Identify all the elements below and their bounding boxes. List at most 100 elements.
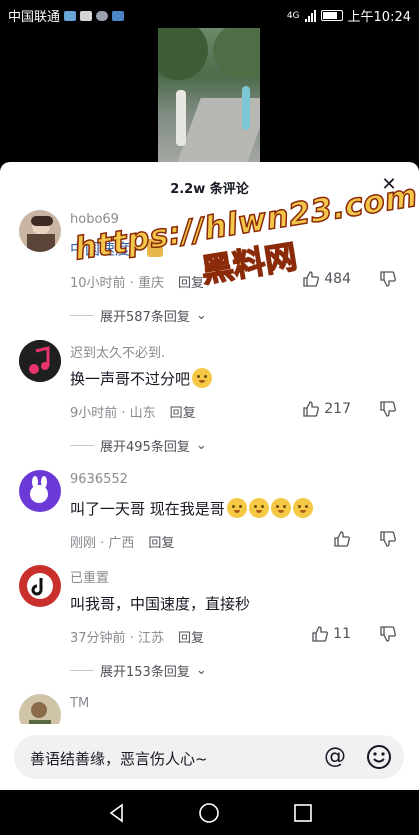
comment-text: 中国速度⚲: [70, 238, 163, 259]
back-triangle-icon: [109, 803, 123, 823]
status-bar: 中国联通 4G 上午10:24: [0, 0, 419, 28]
comment-meta: 10小时前 · 重庆 回复: [70, 272, 204, 291]
comment-text: 换一声哥不过分吧: [70, 368, 213, 389]
thumbs-down-icon: [380, 531, 396, 547]
video-area[interactable]: [0, 28, 419, 168]
app-notification-icon: [112, 10, 125, 21]
reply-button[interactable]: 回复: [178, 276, 204, 291]
dislike-button[interactable]: [379, 400, 397, 422]
avatar-image: [19, 210, 61, 252]
system-nav-bar: [0, 790, 419, 835]
thumbs-up-icon: [303, 401, 320, 417]
expand-replies[interactable]: 展开587条回复 ⌄: [70, 306, 207, 325]
reply-button[interactable]: 回复: [178, 631, 204, 646]
divider-line: [70, 670, 94, 671]
dislike-button[interactable]: [379, 625, 397, 647]
emoji-icon: [270, 498, 291, 518]
person-figure: [176, 90, 186, 146]
emoji-icon: [192, 368, 213, 388]
smiley-icon: [367, 745, 391, 769]
comment-time-location: 刚刚 · 广西: [70, 536, 135, 551]
home-button[interactable]: [198, 802, 220, 824]
divider-line: [70, 445, 94, 446]
like-count: 11: [333, 626, 351, 642]
emoji-icon: [292, 498, 313, 518]
video-thumbnail[interactable]: [158, 28, 260, 168]
comment-meta: 刚刚 · 广西 回复: [70, 532, 174, 551]
expand-replies[interactable]: 展开495条回复 ⌄: [70, 436, 207, 455]
comment-username[interactable]: 迟到太久不必到.: [70, 342, 165, 361]
search-icon[interactable]: ⚲: [130, 244, 138, 257]
thumbs-down-icon: [380, 626, 396, 642]
network-type: 4G: [286, 10, 300, 21]
like-button[interactable]: 11: [311, 625, 351, 643]
battery-icon: [320, 10, 343, 21]
comment-time-location: 37分钟前 · 江苏: [70, 631, 164, 646]
chevron-down-icon: ⌄: [195, 308, 207, 323]
avatar[interactable]: [19, 340, 61, 382]
comment-username[interactable]: 9636552: [70, 472, 128, 487]
thumbs-up-icon: [303, 271, 320, 287]
comment-username[interactable]: 已重置: [70, 567, 109, 586]
tree-shape: [158, 28, 208, 80]
comment-meta: 9小时前 · 山东 回复: [70, 402, 196, 421]
avatar[interactable]: [19, 470, 61, 512]
comment-count-title: 2.2w 条评论: [170, 182, 249, 197]
comment-username[interactable]: hobo69: [70, 212, 119, 227]
reply-button[interactable]: 回复: [170, 406, 196, 421]
like-count: 484: [324, 271, 351, 287]
status-left: 中国联通: [8, 6, 125, 25]
cloud-icon: [96, 10, 109, 21]
thumbs-down-icon: [380, 401, 396, 417]
comment-username[interactable]: TM: [70, 696, 89, 711]
like-button[interactable]: 217: [302, 400, 351, 418]
expand-replies-label: 展开153条回复: [100, 665, 190, 680]
dislike-button[interactable]: [379, 530, 397, 552]
like-button[interactable]: [333, 530, 351, 548]
comment-body: 叫了一天哥 现在我是哥: [70, 500, 225, 518]
expand-replies[interactable]: 展开153条回复 ⌄: [70, 661, 207, 680]
comment-text: 叫了一天哥 现在我是哥: [70, 498, 313, 519]
like-button[interactable]: 484: [302, 270, 351, 288]
expand-replies-label: 展开587条回复: [100, 310, 190, 325]
home-circle-icon: [199, 803, 219, 823]
comment-time-location: 10小时前 · 重庆: [70, 276, 164, 291]
emoji-icon: [248, 498, 269, 518]
avatar[interactable]: [19, 210, 61, 252]
close-button[interactable]: ✕: [379, 175, 399, 195]
divider-line: [70, 315, 94, 316]
comment-input-bar: 善语结善缘，恶言伤人心~ @: [0, 724, 419, 790]
expand-replies-label: 展开495条回复: [100, 440, 190, 455]
reply-button[interactable]: 回复: [148, 536, 174, 551]
clock: 上午10:24: [347, 10, 411, 25]
comment-meta: 37分钟前 · 江苏 回复: [70, 627, 204, 646]
chevron-down-icon: ⌄: [195, 663, 207, 678]
avatar-image: [19, 340, 61, 382]
book-icon: [80, 10, 93, 21]
avatar[interactable]: [19, 565, 61, 607]
person-figure: [242, 86, 250, 130]
comment-body: 叫我哥，中国速度，直接秒: [70, 595, 251, 613]
signal-icon: [304, 9, 316, 22]
dislike-button[interactable]: [379, 270, 397, 292]
comment-input-placeholder: 善语结善缘，恶言伤人心~: [30, 750, 208, 768]
back-button[interactable]: [106, 802, 128, 824]
comment-time-location: 9小时前 · 山东: [70, 406, 156, 421]
avatar-image: [19, 470, 61, 512]
emoji-icon: [226, 498, 247, 518]
comment-sheet: 2.2w 条评论 ✕ hobo69 中国速度⚲ 10小时前 · 重庆 回复 484…: [0, 162, 419, 790]
recents-button[interactable]: [292, 802, 314, 824]
thumbs-down-icon: [380, 271, 396, 287]
thumbs-up-icon: [334, 531, 350, 547]
topic-link[interactable]: 中国速度: [70, 240, 130, 258]
recents-square-icon: [294, 804, 312, 822]
comment-text: 叫我哥，中国速度，直接秒: [70, 593, 250, 614]
thumbs-up-icon: [312, 626, 329, 642]
tree-shape: [213, 28, 260, 78]
emoji-sticker-icon: [146, 239, 163, 257]
mention-button[interactable]: @: [322, 744, 348, 770]
like-count: 217: [324, 401, 351, 417]
emoji-picker-button[interactable]: [366, 744, 392, 770]
comment-input[interactable]: 善语结善缘，恶言伤人心~ @: [14, 735, 404, 779]
chevron-down-icon: ⌄: [195, 438, 207, 453]
